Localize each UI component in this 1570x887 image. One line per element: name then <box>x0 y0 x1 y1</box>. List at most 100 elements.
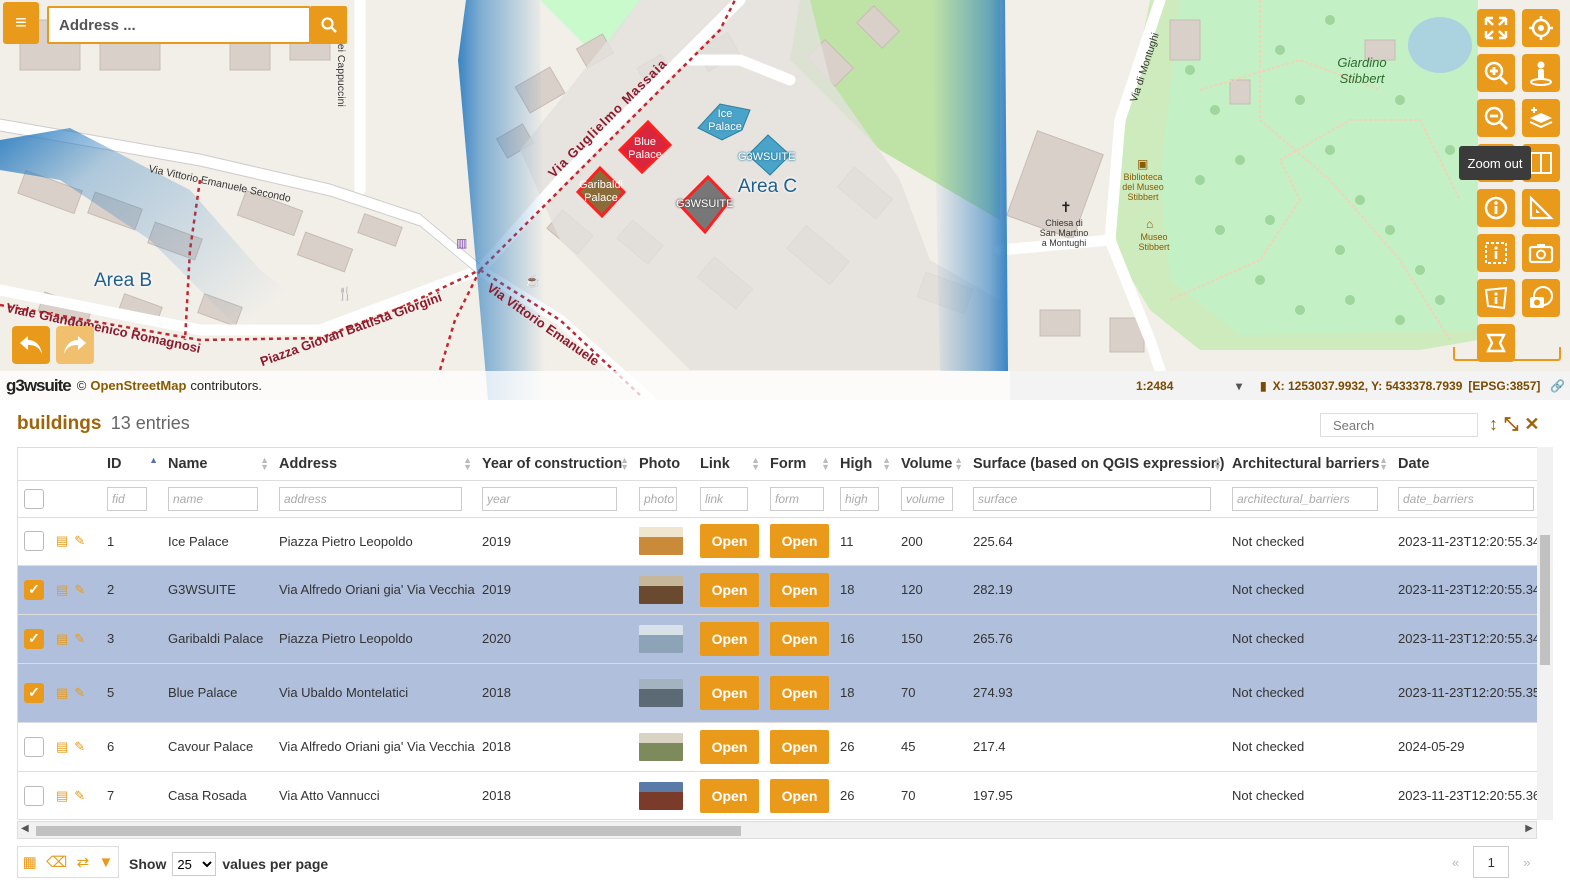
edit-pencil-icon[interactable]: ✎ <box>74 631 85 647</box>
fullscreen-button[interactable] <box>1477 9 1515 47</box>
link-open-button[interactable]: Open <box>700 621 759 656</box>
sort-icon[interactable]: ▲▼ <box>821 456 830 472</box>
street-view-button[interactable] <box>1522 54 1560 92</box>
filter-barriers-input[interactable]: architectural_barriers <box>1232 486 1378 511</box>
form-open-button[interactable]: Open <box>770 729 829 764</box>
sort-asc-icon[interactable]: ▲ <box>149 456 158 465</box>
photo-thumbnail[interactable] <box>639 732 683 761</box>
edit-pencil-icon[interactable]: ✎ <box>74 739 85 755</box>
vertical-scroll-thumb[interactable] <box>1540 535 1550 665</box>
filter-link-input[interactable]: link <box>700 486 748 511</box>
table-row[interactable]: ▤ ✎ 7 Casa Rosada Via Atto Vannucci 2018 Open O… <box>18 771 1552 819</box>
zoom-to-feature-icon[interactable]: ▤ <box>56 631 68 647</box>
photo-thumbnail[interactable] <box>639 527 683 555</box>
header-form[interactable]: Form ▲ ▼ <box>764 448 834 481</box>
filter-high-input[interactable]: high <box>840 486 879 511</box>
header-date[interactable]: Date▲▼ <box>1392 448 1548 481</box>
filter-date-input[interactable]: date_barriers <box>1398 486 1534 511</box>
sort-icon[interactable]: ▲▼ <box>882 456 891 472</box>
filter-id-input[interactable]: fid <box>107 486 147 511</box>
header-id[interactable]: ID ▲ <box>101 448 162 481</box>
sort-icon[interactable]: ▲▼ <box>751 456 760 472</box>
form-open-button[interactable]: Open <box>770 675 829 710</box>
edit-pencil-icon[interactable]: ✎ <box>74 788 85 804</box>
table-row[interactable]: ✓ ▤ ✎ 2 G3WSUITE Via Alfredo Oriani gia' Via … <box>18 565 1552 615</box>
row-checkbox[interactable] <box>24 785 44 806</box>
link-open-button[interactable]: Open <box>700 778 759 813</box>
measure-button[interactable] <box>1522 189 1560 227</box>
edit-pencil-icon[interactable]: ✎ <box>74 582 85 598</box>
link-open-button[interactable]: Open <box>700 675 759 710</box>
chevron-down-icon[interactable]: ▾ <box>1236 379 1242 393</box>
filter-name-input[interactable]: name <box>168 486 258 511</box>
horizontal-scroll-thumb[interactable] <box>36 826 741 836</box>
vertical-scrollbar[interactable] <box>1537 447 1553 820</box>
form-open-button[interactable]: Open <box>770 778 829 813</box>
prev-page-button[interactable]: « <box>1452 855 1459 870</box>
table-search-input[interactable]: Search <box>1320 413 1478 437</box>
sort-icon[interactable]: ▲▼ <box>954 456 963 472</box>
scroll-right-icon[interactable]: ▶ <box>1525 823 1533 834</box>
form-open-button[interactable]: Open <box>770 572 829 607</box>
filter-photo-input[interactable]: photo <box>639 486 677 511</box>
header-year[interactable]: Year of construction ▲ ▼ <box>476 448 633 481</box>
address-search-button[interactable] <box>311 6 347 44</box>
filter-address-input[interactable]: address <box>279 486 462 511</box>
add-layer-button[interactable] <box>1522 99 1560 137</box>
zoom-in-button[interactable] <box>1477 54 1515 92</box>
scroll-left-icon[interactable]: ◀ <box>21 823 29 834</box>
header-address[interactable]: Address ▲ ▼ <box>273 448 476 481</box>
sort-icon[interactable]: ▲▼ <box>620 456 629 472</box>
redo-button[interactable] <box>56 326 94 364</box>
photo-thumbnail[interactable] <box>639 678 683 707</box>
photo-thumbnail[interactable] <box>639 624 683 653</box>
screenshot-button[interactable] <box>1522 234 1560 272</box>
header-photo[interactable]: Photo <box>633 448 694 481</box>
form-open-button[interactable]: Open <box>770 621 829 656</box>
sort-icon[interactable]: ▲▼ <box>463 456 472 472</box>
close-icon[interactable]: ✕ <box>1524 414 1539 435</box>
minimize-icon[interactable]: ⤡ <box>1504 414 1518 435</box>
header-high[interactable]: High ▲ ▼ <box>834 448 895 481</box>
page-size-select[interactable]: 25 <box>172 852 217 876</box>
query-polygon-button[interactable] <box>1477 279 1515 317</box>
sort-icon[interactable]: ▲▼ <box>1213 456 1222 472</box>
menu-button[interactable]: ≡ <box>3 2 39 44</box>
invert-selection-icon[interactable]: ⇄ <box>77 853 90 871</box>
select-all-checkbox[interactable] <box>24 488 44 509</box>
query-info-button[interactable] <box>1477 189 1515 227</box>
filter-volume-input[interactable]: volume <box>901 486 953 511</box>
form-open-button[interactable]: Open <box>770 524 829 558</box>
geo-screenshot-button[interactable] <box>1522 279 1560 317</box>
query-bbox-button[interactable] <box>1477 234 1515 272</box>
link-icon[interactable]: 🔗 <box>1550 379 1565 393</box>
sort-icon[interactable]: ▲▼ <box>1379 456 1388 472</box>
filter-icon[interactable]: ▼ <box>98 854 113 871</box>
table-row[interactable]: ▤ ✎ 1 Ice Palace Piazza Pietro Leopoldo 2019 O… <box>18 517 1552 566</box>
header-surface[interactable]: Surface (based on QGIS expression) ▲ ▼ <box>967 448 1226 481</box>
header-barriers[interactable]: Architectural barriers ▲ ▼ <box>1226 448 1392 481</box>
geolocation-button[interactable] <box>1522 9 1560 47</box>
zoom-out-button[interactable] <box>1477 99 1515 137</box>
zoom-to-feature-icon[interactable]: ▤ <box>56 739 68 755</box>
address-search-input[interactable]: Address ... <box>47 6 311 44</box>
link-open-button[interactable]: Open <box>700 524 759 558</box>
row-checkbox[interactable] <box>24 736 44 757</box>
filter-form-input[interactable]: form <box>770 486 824 511</box>
header-name[interactable]: Name ▲ ▼ <box>162 448 273 481</box>
row-checkbox[interactable]: ✓ <box>24 628 44 649</box>
page-number-button[interactable]: 1 <box>1473 846 1510 878</box>
filter-surface-input[interactable]: surface <box>973 486 1211 511</box>
edit-pencil-icon[interactable]: ✎ <box>74 685 85 701</box>
resize-vertical-icon[interactable]: ↕ <box>1489 414 1498 435</box>
link-open-button[interactable]: Open <box>700 729 759 764</box>
edit-pencil-icon[interactable]: ✎ <box>74 533 85 549</box>
row-checkbox[interactable]: ✓ <box>24 682 44 703</box>
link-open-button[interactable]: Open <box>700 572 759 607</box>
zoom-to-feature-icon[interactable]: ▤ <box>56 788 68 804</box>
table-row[interactable]: ✓ ▤ ✎ 3 Garibaldi Palace Piazza Pietro Leopol… <box>18 614 1552 664</box>
zoom-to-feature-icon[interactable]: ▤ <box>56 533 68 549</box>
zoom-to-feature-icon[interactable]: ▤ <box>56 685 68 701</box>
map-icon[interactable]: ▦ <box>23 853 37 871</box>
next-page-button[interactable]: » <box>1523 855 1530 870</box>
